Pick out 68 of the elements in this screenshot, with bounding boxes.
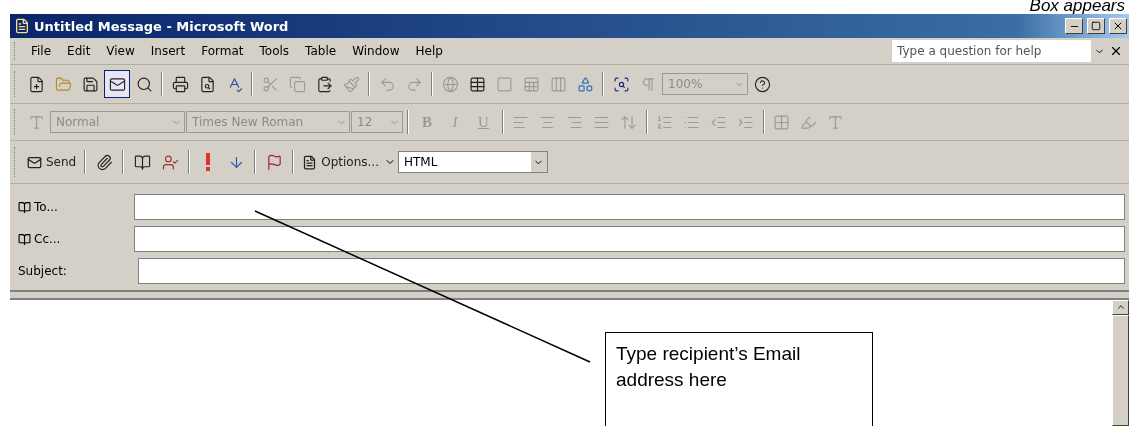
help-icon <box>753 75 771 93</box>
highlight-icon <box>800 113 818 131</box>
options-button[interactable]: Options... <box>299 148 382 176</box>
menu-item[interactable]: Window <box>345 42 407 60</box>
envelope-icon <box>27 154 42 170</box>
field-label: Subject: <box>17 264 68 278</box>
preview-icon <box>198 75 216 93</box>
send-button[interactable]: Send <box>24 148 80 176</box>
subject-field[interactable] <box>138 258 1125 284</box>
styles-icon <box>27 113 45 131</box>
callout-text: Type recipient’s Email address here <box>605 332 873 426</box>
spreadsheet-icon <box>522 75 540 93</box>
research-icon <box>135 75 153 93</box>
redo-icon <box>405 75 423 93</box>
flag-icon <box>265 153 283 171</box>
close-icon <box>1112 20 1124 32</box>
paste-icon <box>315 75 333 93</box>
window-title: Untitled Message - Microsoft Word <box>34 18 290 34</box>
address-book-icon <box>133 153 151 171</box>
hyperlink-icon <box>441 75 459 93</box>
attach-icon <box>95 153 113 171</box>
folder-icon <box>54 75 72 93</box>
format-dropdown[interactable]: HTML <box>398 151 548 173</box>
mail-icon <box>108 75 126 93</box>
address-book-icon <box>18 200 31 214</box>
options-icon <box>302 154 318 170</box>
line-spacing-icon <box>620 113 638 131</box>
menu-item[interactable]: Help <box>408 42 450 60</box>
menu-item[interactable]: Format <box>194 42 251 60</box>
menu-item[interactable]: Tools <box>252 42 297 60</box>
save-icon <box>81 75 99 93</box>
address-field[interactable] <box>134 226 1125 252</box>
drawing-icon <box>576 75 594 93</box>
check-names-icon <box>161 153 179 171</box>
maximize-icon <box>1091 21 1101 31</box>
format-painter-icon <box>342 75 360 93</box>
help-search-field[interactable]: Type a question for help <box>892 40 1107 62</box>
font-color-icon <box>827 113 845 131</box>
cut-icon <box>261 75 279 93</box>
new-icon <box>27 75 45 93</box>
address-field[interactable] <box>134 194 1125 220</box>
close-button[interactable] <box>1109 18 1127 34</box>
menu-item[interactable]: Insert <box>143 42 193 60</box>
address-book-button[interactable]: To... <box>14 199 134 215</box>
copy-icon <box>288 75 306 93</box>
scroll-up-button[interactable] <box>1112 300 1129 315</box>
address-book-button[interactable]: Cc... <box>14 231 134 247</box>
mail-button[interactable] <box>104 70 130 98</box>
menu-item[interactable]: View <box>99 42 142 60</box>
exclamation-icon <box>205 153 212 171</box>
document-map-icon <box>612 75 630 93</box>
menu-item[interactable]: File <box>24 42 59 60</box>
print-icon <box>171 75 189 93</box>
columns-icon <box>549 75 567 93</box>
menu-item[interactable]: Table <box>298 42 344 60</box>
minimize-button[interactable] <box>1065 18 1083 34</box>
menu-item[interactable]: Edit <box>60 42 98 60</box>
close-icon[interactable] <box>1109 44 1123 58</box>
borders-icon <box>773 113 791 131</box>
address-book-icon <box>18 232 31 246</box>
caption: Box appears <box>1029 0 1125 14</box>
app-icon <box>14 18 30 34</box>
maximize-button[interactable] <box>1087 18 1105 34</box>
numbering-icon <box>656 113 674 131</box>
table-icon <box>468 75 486 93</box>
scrollbar-thumb[interactable] <box>1112 315 1129 426</box>
window-icon <box>495 75 513 93</box>
undo-icon <box>378 75 396 93</box>
